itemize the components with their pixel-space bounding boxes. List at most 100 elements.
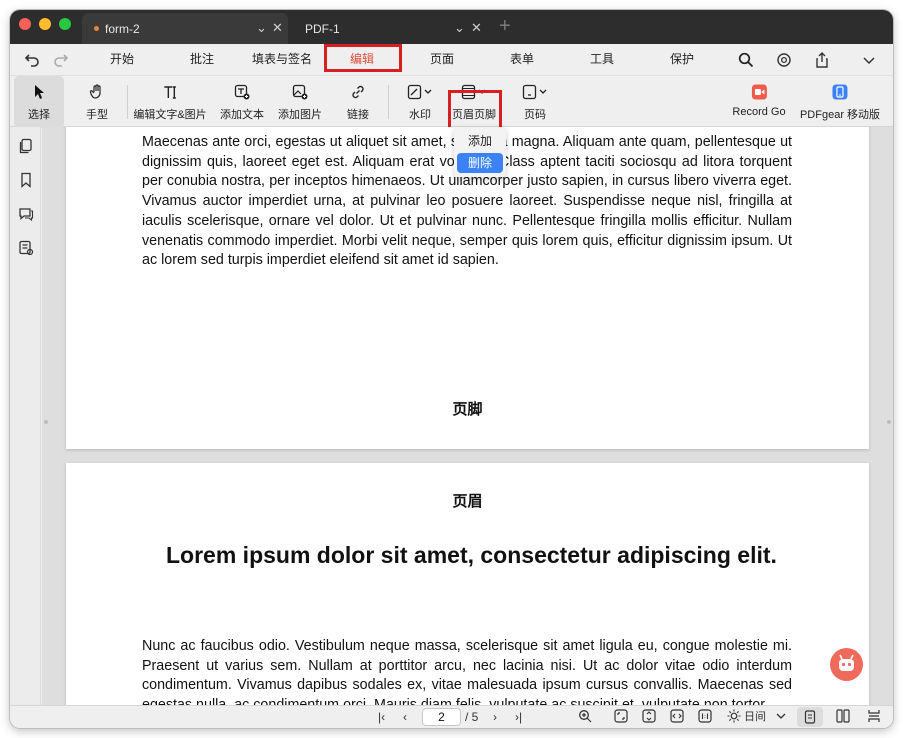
tool-label: 手型 (86, 109, 108, 121)
page-paragraph: Nunc ac faucibus odio. Vestibulum neque … (142, 638, 792, 705)
menu-edit-highlight (324, 44, 402, 72)
assistant-mascot-button[interactable] (830, 648, 863, 681)
tool-label: 添加文本 (220, 109, 264, 121)
add-text-button[interactable]: 添加文本 (220, 76, 264, 128)
zoom-icon[interactable] (578, 709, 592, 723)
app-window: form-2 ⌄ ✕ PDF-1 ⌄ ✕ + 开始 批注 填表与签名 编辑 页面… (10, 10, 893, 728)
page-number-input[interactable]: 2 (422, 708, 461, 726)
comments-icon[interactable] (18, 206, 34, 222)
minimize-window-button[interactable] (39, 18, 51, 30)
tool-label: 链接 (347, 109, 369, 121)
tab-bar: form-2 ⌄ ✕ PDF-1 ⌄ ✕ + (10, 10, 893, 44)
chevron-down-icon[interactable] (775, 709, 787, 723)
fit-page-icon[interactable] (614, 709, 628, 723)
watermark-icon (407, 84, 432, 100)
edit-toolbar: 选择 手型 编辑文字&图片 添加文本 添加图片 链接 水印 页眉页脚 页码 Re… (10, 75, 893, 135)
edit-text-image-button[interactable]: 编辑文字&图片 (133, 76, 207, 128)
close-window-button[interactable] (19, 18, 31, 30)
add-image-icon (292, 84, 308, 100)
new-tab-icon[interactable]: + (499, 16, 511, 36)
left-sidebar (10, 127, 41, 705)
tool-label: PDFgear 移动版 (799, 109, 881, 121)
redo-icon[interactable] (53, 52, 69, 68)
toolbar-divider (388, 85, 389, 119)
link-button[interactable]: 链接 (347, 76, 369, 128)
menu-protect[interactable]: 保护 (670, 44, 694, 75)
support-icon[interactable] (776, 52, 792, 68)
unsaved-dot-icon (94, 26, 99, 31)
scroll-view-icon[interactable] (867, 709, 881, 723)
pdfgear-mobile-button[interactable]: PDFgear 移动版 (800, 76, 880, 128)
tab-pdf-1[interactable]: PDF-1 ⌄ ✕ (293, 13, 489, 44)
tab-label: form-2 (105, 21, 140, 36)
pdf-page-2: 页眉 Lorem ipsum dolor sit amet, consectet… (66, 463, 869, 705)
fit-height-icon[interactable] (642, 709, 656, 723)
menu-fill-sign[interactable]: 填表与签名 (252, 44, 312, 75)
undo-icon[interactable] (24, 52, 40, 68)
cursor-arrow-icon (35, 85, 44, 99)
actual-size-icon[interactable] (698, 709, 712, 723)
search-icon[interactable] (738, 52, 754, 68)
close-tab-icon[interactable]: ✕ (471, 20, 482, 36)
next-page-icon[interactable]: › (493, 709, 497, 725)
zoom-window-button[interactable] (59, 18, 71, 30)
menu-page[interactable]: 页面 (430, 44, 454, 75)
menu-annotate[interactable]: 批注 (190, 44, 214, 75)
scroll-indicator (44, 420, 48, 424)
sun-icon[interactable] (727, 709, 741, 723)
mobile-phone-icon (832, 84, 848, 100)
watermark-button[interactable]: 水印 (407, 76, 433, 128)
pages-thumbnail-icon[interactable] (18, 138, 34, 154)
tool-label: 选择 (28, 109, 50, 121)
document-viewport[interactable]: Maecenas ante orci, egestas ut aliquet s… (42, 127, 893, 705)
total-pages: / 5 (465, 710, 479, 724)
single-page-icon (804, 710, 816, 724)
tool-label: 水印 (409, 109, 431, 121)
fit-width-icon[interactable] (670, 709, 684, 723)
chevron-down-icon[interactable]: ⌄ (256, 20, 267, 36)
bookmark-icon[interactable] (18, 172, 34, 188)
share-icon[interactable] (814, 52, 830, 68)
status-bar: |‹ ‹ 2 / 5 › ›| 日间 (10, 705, 893, 728)
add-image-button[interactable]: 添加图片 (278, 76, 322, 128)
dropdown-delete-item[interactable]: 删除 (457, 153, 503, 173)
record-go-button[interactable]: Record Go (732, 76, 786, 128)
two-page-view-icon[interactable] (836, 709, 850, 723)
tool-label: 页码 (524, 109, 546, 121)
dropdown-add-item[interactable]: 添加 (457, 131, 503, 151)
menu-tools[interactable]: 工具 (590, 44, 614, 75)
form-fields-icon[interactable] (18, 240, 34, 256)
last-page-icon[interactable]: ›| (515, 709, 522, 725)
tool-label: 添加图片 (278, 109, 322, 121)
link-icon (352, 85, 364, 99)
hand-icon (89, 84, 101, 99)
header-footer-dropdown: 添加 删除 (454, 127, 506, 177)
toolbar-divider (127, 85, 128, 119)
close-tab-icon[interactable]: ✕ (272, 20, 283, 36)
menu-start[interactable]: 开始 (110, 44, 134, 75)
page-header: 页眉 (452, 493, 483, 510)
robot-face-icon (839, 654, 854, 671)
page-heading: Lorem ipsum dolor sit amet, consectetur … (166, 542, 777, 568)
menu-form[interactable]: 表单 (510, 44, 534, 75)
page-number-button[interactable]: 页码 (522, 76, 548, 128)
scroll-indicator (887, 420, 891, 424)
hand-tool-button[interactable]: 手型 (86, 76, 108, 128)
tab-label: PDF-1 (305, 21, 340, 36)
first-page-icon[interactable]: |‹ (378, 709, 385, 725)
menu-bar: 开始 批注 填表与签名 编辑 页面 表单 工具 保护 (10, 44, 893, 75)
page-footer: 页脚 (452, 401, 483, 418)
select-tool-button[interactable]: 选择 (14, 76, 64, 128)
tab-form-2[interactable]: form-2 ⌄ ✕ (82, 13, 288, 44)
chevron-down-icon[interactable] (861, 52, 877, 68)
text-cursor-icon (164, 86, 176, 99)
chevron-down-icon[interactable]: ⌄ (454, 20, 465, 36)
tool-label: Record Go (732, 106, 786, 118)
tool-label: 编辑文字&图片 (133, 109, 207, 121)
single-page-view-button[interactable] (797, 707, 823, 727)
add-text-icon (234, 84, 250, 100)
view-mode-label[interactable]: 日间 (744, 709, 766, 725)
page-number-icon (522, 84, 547, 100)
previous-page-icon[interactable]: ‹ (403, 709, 407, 725)
record-go-icon (751, 84, 767, 100)
